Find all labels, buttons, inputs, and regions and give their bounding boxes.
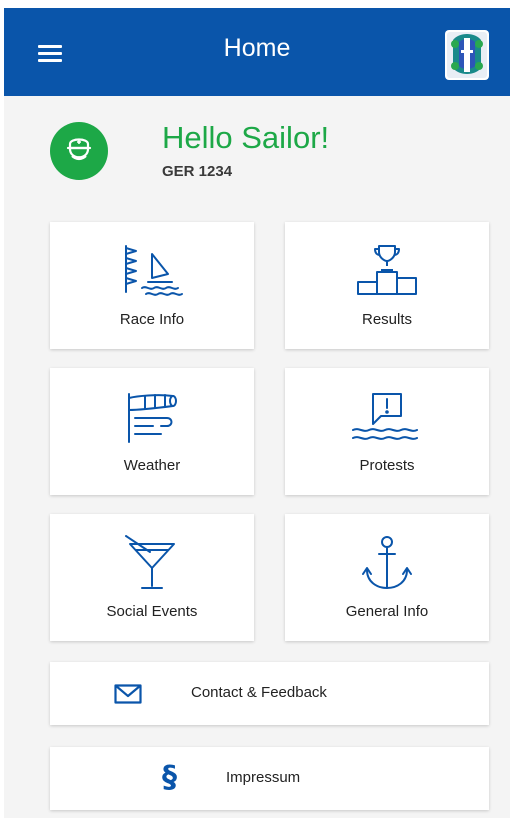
general-info-tile[interactable]: General Info: [285, 514, 489, 641]
tile-label: Results: [361, 311, 413, 328]
app-screen: Home Hello Sailor! GER 1234 Race Info Re…: [0, 0, 515, 818]
tile-label: Weather: [123, 457, 181, 474]
race-info-tile[interactable]: Race Info: [50, 222, 254, 349]
impressum-label: Impressum: [226, 769, 301, 786]
contact-feedback-button[interactable]: Contact & Feedback: [50, 662, 489, 725]
protests-tile[interactable]: Protests: [285, 368, 489, 495]
weather-tile[interactable]: Weather: [50, 368, 254, 495]
trophy-podium-icon: [357, 245, 417, 295]
contact-feedback-label: Contact & Feedback: [191, 684, 327, 701]
impressum-button[interactable]: § Impressum: [50, 747, 489, 810]
social-events-tile[interactable]: Social Events: [50, 514, 254, 641]
tile-label: Social Events: [106, 603, 198, 620]
regatta-logo-icon[interactable]: [445, 30, 489, 80]
tile-label: Race Info: [119, 311, 185, 328]
tile-label: General Info: [345, 603, 429, 620]
tile-label: Protests: [359, 457, 415, 474]
results-tile[interactable]: Results: [285, 222, 489, 349]
cocktail-glass-icon: [125, 535, 175, 589]
race-flags-sail-icon: [125, 245, 183, 296]
page-title: Home: [223, 34, 291, 62]
windsock-icon: [128, 393, 177, 443]
app-header: Home: [4, 8, 510, 96]
section-sign-icon: §: [162, 760, 177, 795]
greeting-text: Hello Sailor!: [162, 120, 330, 155]
sailor-cap-icon: [50, 122, 108, 180]
home-content: Hello Sailor! GER 1234 Race Info Results…: [4, 96, 510, 818]
protest-message-waves-icon: [352, 393, 418, 440]
sail-number: GER 1234: [162, 163, 233, 180]
envelope-icon: [114, 684, 142, 704]
anchor-icon: [362, 536, 412, 589]
